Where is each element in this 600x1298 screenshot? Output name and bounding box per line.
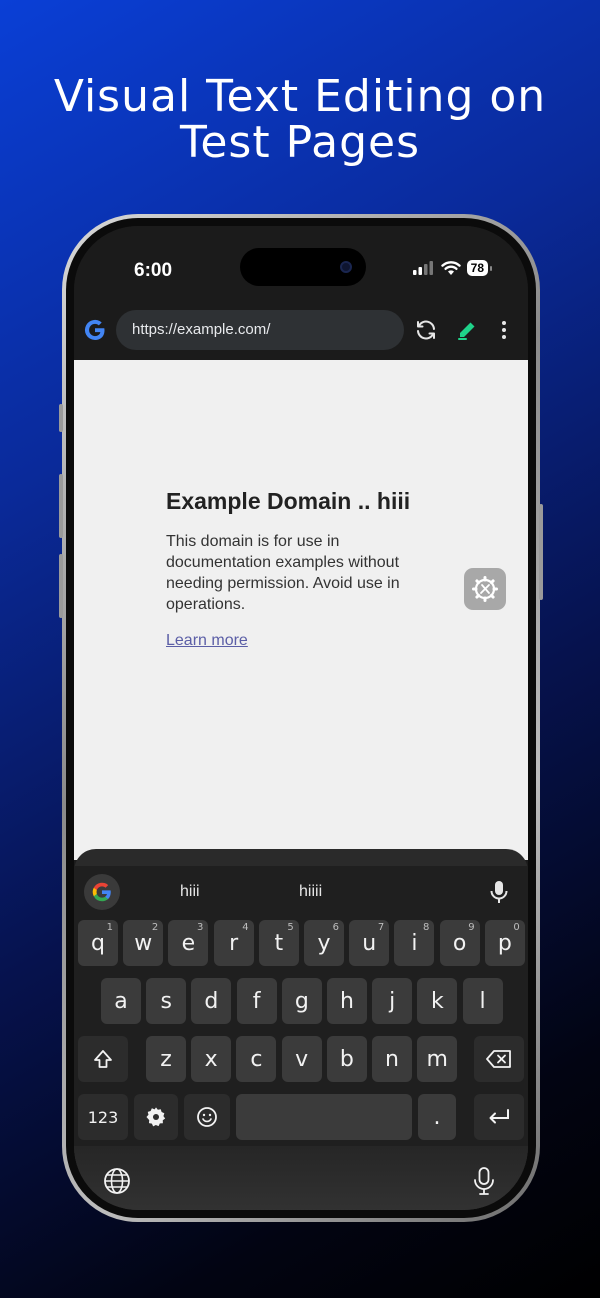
dynamic-island	[240, 248, 366, 286]
emoji-key[interactable]	[184, 1094, 230, 1140]
floating-tools-button[interactable]	[464, 568, 506, 610]
key-n[interactable]: n	[372, 1036, 412, 1082]
key-hint: 2	[151, 922, 159, 933]
shift-key[interactable]	[78, 1036, 128, 1082]
power-button	[539, 504, 543, 600]
key-b[interactable]: b	[326, 1036, 367, 1082]
key-label: y	[317, 930, 331, 956]
key-g[interactable]: g	[281, 978, 322, 1024]
key-label: r	[229, 930, 239, 956]
key-s[interactable]: s	[146, 978, 187, 1024]
phone-screen: 6:00 78 https://example.com/ Example Dom…	[74, 226, 528, 1210]
key-l[interactable]: l	[462, 978, 503, 1024]
key-o[interactable]: 9o	[439, 920, 480, 966]
url-field[interactable]: https://example.com/	[116, 310, 404, 350]
key-hint: 8	[423, 922, 430, 933]
key-w[interactable]: 2w	[123, 920, 164, 966]
key-d[interactable]: d	[191, 978, 232, 1024]
key-v[interactable]: v	[281, 1036, 322, 1082]
suggestion-bar: hiii hiiii	[74, 866, 528, 918]
key-label: q	[91, 930, 105, 956]
google-icon[interactable]	[82, 317, 108, 343]
key-h[interactable]: h	[327, 978, 367, 1024]
globe-icon[interactable]	[102, 1166, 132, 1196]
key-label: i	[411, 930, 418, 956]
suggestion-2[interactable]: hiiii	[299, 883, 322, 901]
signal-icon	[412, 261, 433, 275]
voice-input-icon[interactable]	[488, 880, 510, 904]
browser-toolbar: https://example.com/	[74, 302, 528, 360]
volume-down-button	[59, 554, 63, 618]
promo-headline-line2: Test Pages	[179, 117, 421, 168]
key-hint: 5	[287, 922, 294, 933]
phone-frame: 6:00 78 https://example.com/ Example Dom…	[59, 214, 543, 1222]
key-f[interactable]: f	[236, 978, 277, 1024]
promo-headline-line1: Visual Text Editing on	[53, 71, 547, 122]
key-q[interactable]: 1q	[78, 920, 118, 966]
key-m[interactable]: m	[417, 1036, 458, 1082]
enter-key[interactable]	[474, 1094, 524, 1140]
key-k[interactable]: k	[417, 978, 458, 1024]
key-i[interactable]: 8i	[394, 920, 435, 966]
key-hint: 7	[377, 922, 385, 933]
numbers-key[interactable]: 123	[78, 1094, 128, 1140]
emoji-icon	[197, 1107, 217, 1127]
key-hint: 1	[106, 922, 113, 933]
key-r[interactable]: 4r	[213, 920, 254, 966]
shift-icon	[94, 1050, 112, 1068]
key-t[interactable]: 5t	[258, 920, 299, 966]
key-hint: 9	[468, 922, 475, 933]
page-content: Example Domain .. hiii This domain is fo…	[166, 488, 426, 650]
status-icons: 78	[412, 260, 493, 276]
key-x[interactable]: x	[191, 1036, 232, 1082]
edit-pen-icon[interactable]	[455, 318, 479, 342]
key-hint: 6	[332, 922, 339, 933]
key-hint: 3	[197, 922, 204, 933]
learn-more-link[interactable]: Learn more	[166, 632, 248, 650]
key-u[interactable]: 7u	[349, 920, 390, 966]
backspace-key[interactable]	[474, 1036, 524, 1082]
gear-tools-icon	[472, 576, 498, 602]
key-label: o	[452, 930, 467, 956]
key-e[interactable]: 3e	[168, 920, 209, 966]
camera-icon	[340, 261, 352, 273]
page-paragraph[interactable]: This domain is for use in documentation …	[166, 531, 426, 615]
action-button	[59, 404, 63, 432]
backspace-icon	[486, 1050, 511, 1068]
more-menu-icon[interactable]	[492, 318, 516, 342]
page-heading[interactable]: Example Domain .. hiii	[166, 488, 426, 515]
space-key[interactable]	[236, 1094, 412, 1140]
gear-icon	[146, 1107, 166, 1127]
key-c[interactable]: c	[236, 1036, 277, 1082]
key-label: u	[362, 930, 377, 956]
wifi-icon	[440, 260, 461, 275]
reload-icon[interactable]	[414, 318, 438, 342]
enter-icon	[489, 1109, 509, 1124]
settings-key[interactable]	[134, 1094, 178, 1140]
key-j[interactable]: j	[372, 978, 413, 1024]
key-z[interactable]: z	[146, 1036, 186, 1082]
gboard-google-button[interactable]	[84, 874, 120, 910]
dictation-mic-icon[interactable]	[469, 1166, 499, 1196]
key-p[interactable]: 0p	[484, 920, 525, 966]
volume-up-button	[59, 474, 63, 538]
key-label: t	[274, 930, 284, 956]
google-color-icon	[92, 882, 111, 902]
web-page: Example Domain .. hiii This domain is fo…	[74, 360, 528, 860]
key-label: e	[181, 930, 196, 956]
key-label: p	[497, 930, 512, 956]
key-hint: 0	[513, 922, 520, 933]
status-time: 6:00	[134, 260, 173, 281]
key-a[interactable]: a	[101, 978, 141, 1024]
battery-indicator: 78	[466, 260, 493, 276]
key-y[interactable]: 6y	[304, 920, 344, 966]
keyboard-bottom-strip	[74, 1146, 528, 1210]
status-bar: 6:00 78	[74, 226, 528, 302]
suggestion-1[interactable]: hiii	[180, 883, 200, 901]
key-label: w	[134, 930, 153, 956]
period-key[interactable]: .	[418, 1094, 456, 1140]
key-hint: 4	[242, 922, 249, 933]
promo-headline: Visual Text Editing on Test Pages	[0, 74, 600, 166]
